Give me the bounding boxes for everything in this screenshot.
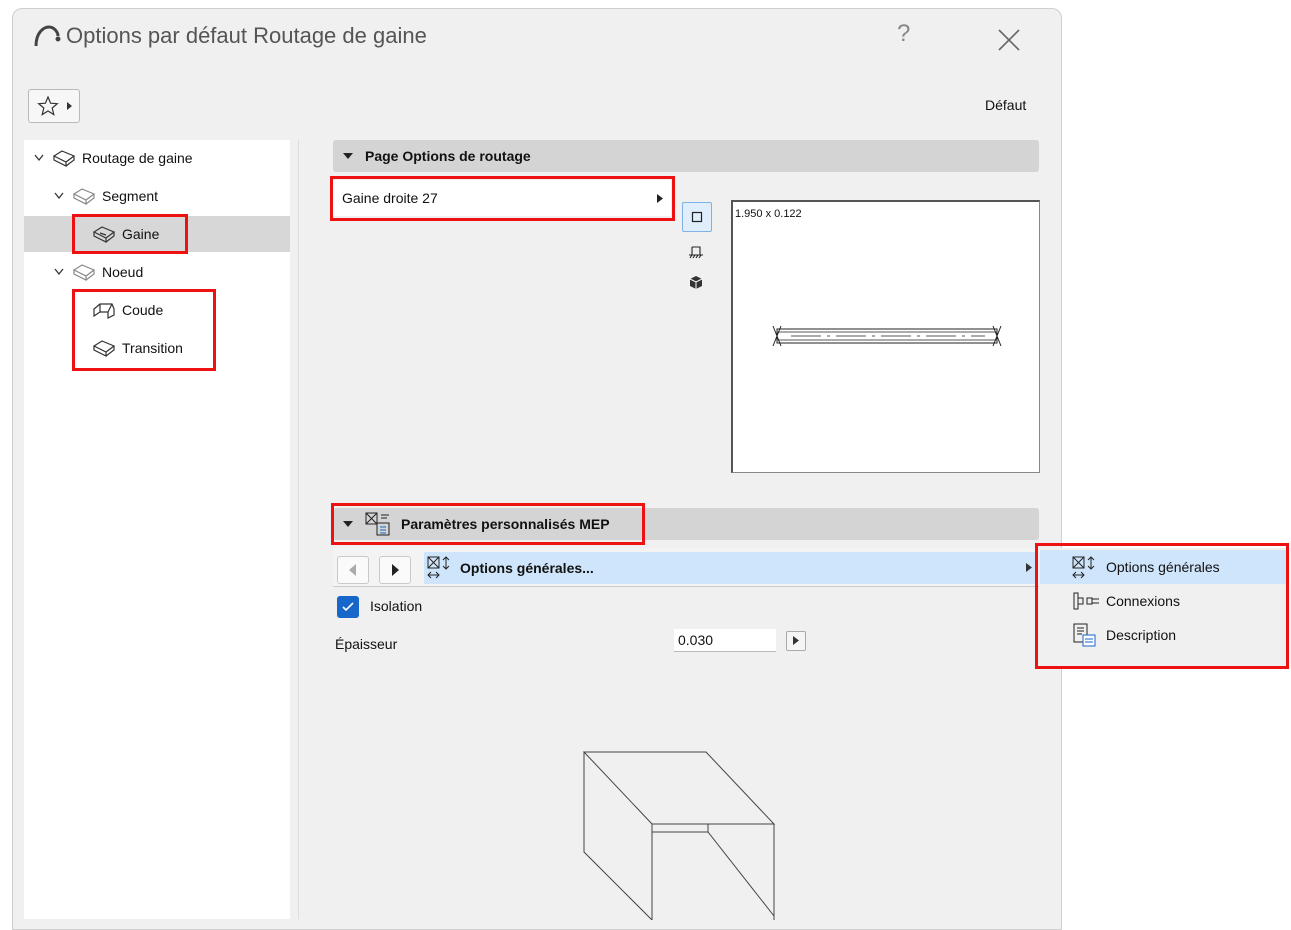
isolation-checkbox[interactable]: [337, 596, 359, 618]
arrow-right-icon: [793, 636, 799, 645]
section-view-button[interactable]: [682, 240, 710, 268]
epaisseur-value: 0.030: [678, 632, 714, 648]
highlight-mep-header: [331, 503, 645, 545]
star-icon: [37, 95, 59, 116]
arrow-right-icon: [1026, 563, 1032, 572]
close-icon[interactable]: [995, 26, 1023, 54]
highlight-gaine: [72, 214, 188, 254]
collapse-triangle-icon: [343, 153, 353, 159]
duct-insulation-illustration: [582, 751, 776, 920]
page-dropdown-label: Options générales...: [460, 560, 594, 576]
window-title: Options par défaut Routage de gaine: [66, 23, 427, 48]
section-title: Page Options de routage: [365, 148, 531, 164]
chevron-down-icon: [54, 268, 64, 276]
plan-view-button[interactable]: [682, 202, 712, 232]
segment-icon: [72, 188, 96, 205]
tree-item-label: Segment: [102, 188, 159, 204]
duct-routing-icon: [52, 150, 76, 167]
tree-item-label: Noeud: [102, 264, 144, 280]
help-button[interactable]: ?: [897, 20, 910, 48]
previous-page-button[interactable]: [337, 556, 369, 584]
3d-view-icon: [689, 276, 703, 289]
section-view-icon: [689, 246, 703, 259]
page-dropdown[interactable]: Options générales...: [424, 552, 1038, 584]
epaisseur-arrow-button[interactable]: [786, 631, 806, 651]
plan-view-icon: [691, 211, 703, 223]
epaisseur-input[interactable]: 0.030: [674, 629, 776, 652]
3d-view-button[interactable]: [682, 270, 710, 298]
arrow-left-icon: [349, 564, 356, 576]
defaut-label: Défaut: [985, 97, 1027, 113]
general-options-icon: [427, 556, 450, 579]
routing-options-header[interactable]: Page Options de routage: [333, 140, 1039, 172]
tree-item-routage-de-gaine[interactable]: Routage de gaine: [24, 140, 290, 176]
isolation-label: Isolation: [370, 598, 423, 614]
archicad-logo-icon: [34, 25, 61, 47]
favorites-button[interactable]: [28, 89, 80, 123]
duct-plan-drawing: [772, 325, 1002, 347]
preview-window: 1.950 x 0.122: [731, 200, 1040, 473]
chevron-down-icon: [34, 154, 44, 162]
tree-item-noeud[interactable]: Noeud: [24, 254, 290, 290]
epaisseur-label: Épaisseur: [335, 636, 398, 652]
highlight-noeud-items: [72, 289, 216, 371]
highlight-popup-menu: [1035, 543, 1289, 669]
tree-item-label: Routage de gaine: [82, 150, 193, 166]
tree-panel: Routage de gaine Segment Gaine Noeud Cou…: [24, 140, 290, 919]
checkmark-icon: [342, 602, 354, 612]
arrow-right-icon: [392, 564, 399, 576]
arrow-right-icon: [67, 102, 72, 110]
next-page-button[interactable]: [379, 556, 411, 584]
node-icon: [72, 264, 96, 281]
chevron-down-icon: [54, 192, 64, 200]
highlight-duct-type: [330, 176, 675, 221]
tree-item-segment[interactable]: Segment: [24, 178, 290, 214]
page-selector-bar: Options générales...: [333, 548, 1039, 587]
panel-divider: [298, 140, 299, 919]
preview-dimensions: 1.950 x 0.122: [735, 208, 802, 220]
